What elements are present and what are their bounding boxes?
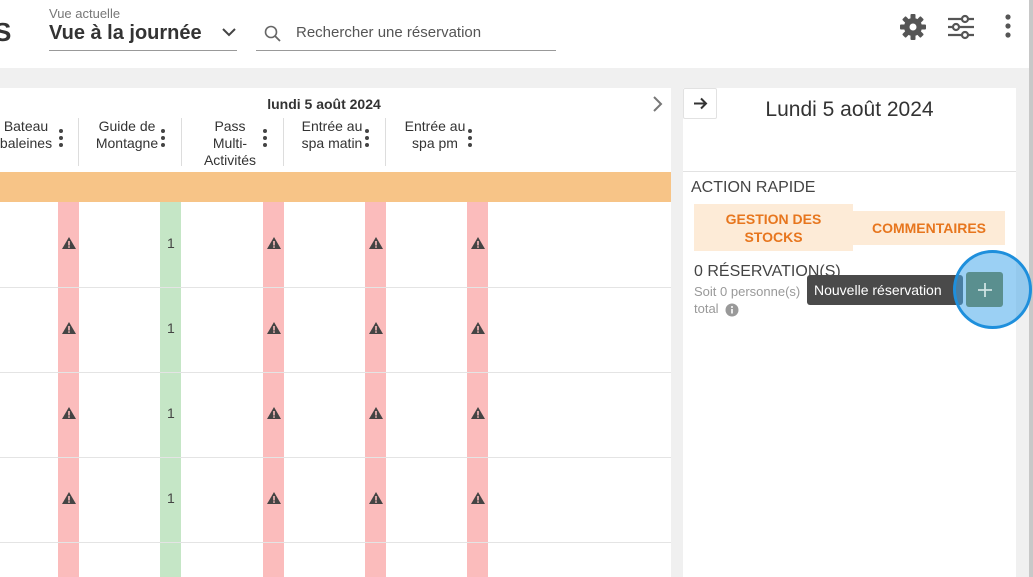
column-header-line: spa pm bbox=[412, 135, 458, 151]
sliders-icon[interactable] bbox=[945, 12, 977, 42]
row-divider bbox=[0, 542, 671, 543]
brand-fragment: S bbox=[0, 17, 12, 47]
warning-icon bbox=[62, 492, 76, 504]
availability-strip[interactable] bbox=[160, 202, 181, 577]
cell-count[interactable]: 1 bbox=[167, 405, 175, 421]
column-header-bateau-baleines[interactable]: Bateau baleines bbox=[0, 118, 66, 152]
cell-count[interactable]: 1 bbox=[167, 235, 175, 251]
cell-count[interactable]: 1 bbox=[167, 320, 175, 336]
column-header-line: spa matin bbox=[301, 135, 363, 151]
column-menu-icon[interactable] bbox=[161, 129, 165, 150]
column-header-line: Entrée au bbox=[404, 118, 466, 134]
warning-icon bbox=[267, 492, 281, 504]
warning-icon bbox=[471, 407, 485, 419]
warning-icon bbox=[62, 322, 76, 334]
column-divider bbox=[283, 118, 284, 166]
column-header-line: Multi- bbox=[212, 135, 248, 151]
column-header-line: Bateau bbox=[3, 118, 49, 134]
quick-action-title: ACTION RAPIDE bbox=[691, 179, 816, 196]
search-icon bbox=[264, 25, 281, 42]
column-menu-icon[interactable] bbox=[468, 129, 472, 150]
search-input[interactable] bbox=[296, 24, 551, 41]
warning-icon bbox=[471, 492, 485, 504]
availability-strip[interactable] bbox=[365, 202, 386, 577]
column-header-line: Montagne bbox=[95, 135, 159, 151]
warning-icon bbox=[369, 322, 383, 334]
highlight-row bbox=[0, 172, 671, 202]
column-header-line: Entrée au bbox=[301, 118, 363, 134]
total-line: total bbox=[694, 301, 739, 317]
column-header-entree-spa-pm[interactable]: Entrée au spa pm bbox=[395, 118, 475, 152]
column-header-line: Guide de bbox=[98, 118, 156, 134]
warning-icon bbox=[369, 407, 383, 419]
warning-icon bbox=[369, 492, 383, 504]
column-divider bbox=[181, 118, 182, 166]
warning-icon bbox=[471, 322, 485, 334]
row-divider bbox=[0, 457, 671, 458]
tooltip: Nouvelle réservation bbox=[807, 275, 963, 305]
gear-icon[interactable] bbox=[898, 12, 928, 42]
view-selector-value: Vue à la journée bbox=[49, 22, 202, 44]
row-divider bbox=[0, 372, 671, 373]
column-header-pass-multi-activites[interactable]: Pass Multi- Activités bbox=[190, 118, 270, 169]
availability-strip[interactable] bbox=[263, 202, 284, 577]
warning-icon bbox=[471, 237, 485, 249]
row-divider bbox=[0, 287, 671, 288]
warning-icon bbox=[267, 407, 281, 419]
warning-icon bbox=[62, 237, 76, 249]
person-count: Soit 0 personne(s) bbox=[694, 284, 801, 299]
view-selector-label: Vue actuelle bbox=[49, 6, 121, 21]
column-menu-icon[interactable] bbox=[59, 129, 63, 150]
column-header-guide-de-montagne[interactable]: Guide de Montagne bbox=[87, 118, 167, 152]
column-menu-icon[interactable] bbox=[263, 129, 267, 150]
top-bar: S Vue actuelle Vue à la journée bbox=[0, 0, 1033, 68]
info-icon[interactable] bbox=[725, 303, 739, 317]
column-divider bbox=[385, 118, 386, 166]
stock-management-label-line: GESTION DES bbox=[725, 210, 822, 227]
search-box bbox=[256, 18, 556, 51]
plus-icon bbox=[977, 282, 992, 297]
availability-strip[interactable] bbox=[467, 202, 488, 577]
warning-icon bbox=[369, 237, 383, 249]
grid-date-title: lundi 5 août 2024 bbox=[267, 96, 381, 112]
panel-date: Lundi 5 août 2024 bbox=[765, 98, 934, 121]
stock-management-button[interactable]: GESTION DES STOCKS bbox=[694, 204, 853, 251]
total-label: total bbox=[694, 301, 719, 316]
view-selector[interactable]: Vue actuelle Vue à la journée bbox=[49, 6, 237, 51]
column-menu-icon[interactable] bbox=[365, 129, 369, 150]
column-header-line: Activités bbox=[203, 152, 257, 168]
warning-icon bbox=[62, 407, 76, 419]
column-header-entree-spa-matin[interactable]: Entrée au spa matin bbox=[292, 118, 372, 152]
stock-management-label-line: STOCKS bbox=[744, 228, 803, 245]
side-panel: Lundi 5 août 2024 ACTION RAPIDE GESTION … bbox=[683, 88, 1016, 577]
warning-icon bbox=[267, 237, 281, 249]
cell-count[interactable]: 1 bbox=[167, 490, 175, 506]
column-divider bbox=[78, 118, 79, 166]
comments-button[interactable]: COMMENTAIRES bbox=[853, 211, 1005, 245]
availability-strip[interactable] bbox=[58, 202, 79, 577]
more-vertical-icon[interactable] bbox=[1002, 12, 1014, 42]
chevron-right-icon[interactable] bbox=[651, 94, 665, 114]
chevron-down-icon bbox=[222, 28, 236, 37]
new-reservation-button[interactable] bbox=[966, 272, 1003, 307]
column-header-line: Pass bbox=[214, 118, 246, 134]
panel-divider bbox=[683, 171, 1016, 172]
warning-icon bbox=[267, 322, 281, 334]
day-grid: lundi 5 août 2024 Bateau baleines Guide … bbox=[0, 88, 671, 577]
comments-label: COMMENTAIRES bbox=[871, 220, 987, 236]
column-header-line: baleines bbox=[0, 135, 53, 151]
